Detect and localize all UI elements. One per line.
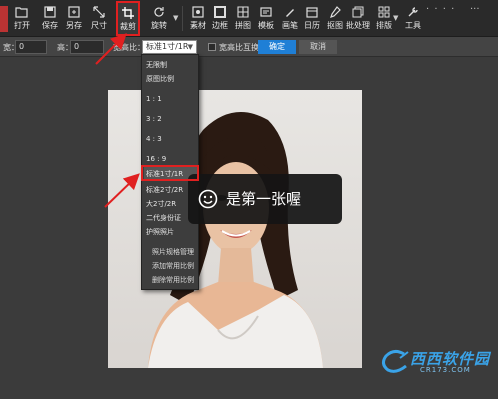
arrow-to-crop — [95, 33, 127, 65]
site-watermark: 西西软件园 CR173.COM — [380, 346, 492, 376]
watermark-logo-icon — [381, 349, 409, 373]
watermark-url: CR173.COM — [420, 366, 471, 374]
annotation-arrows — [95, 33, 140, 208]
arrow-to-menu-item — [104, 173, 140, 208]
